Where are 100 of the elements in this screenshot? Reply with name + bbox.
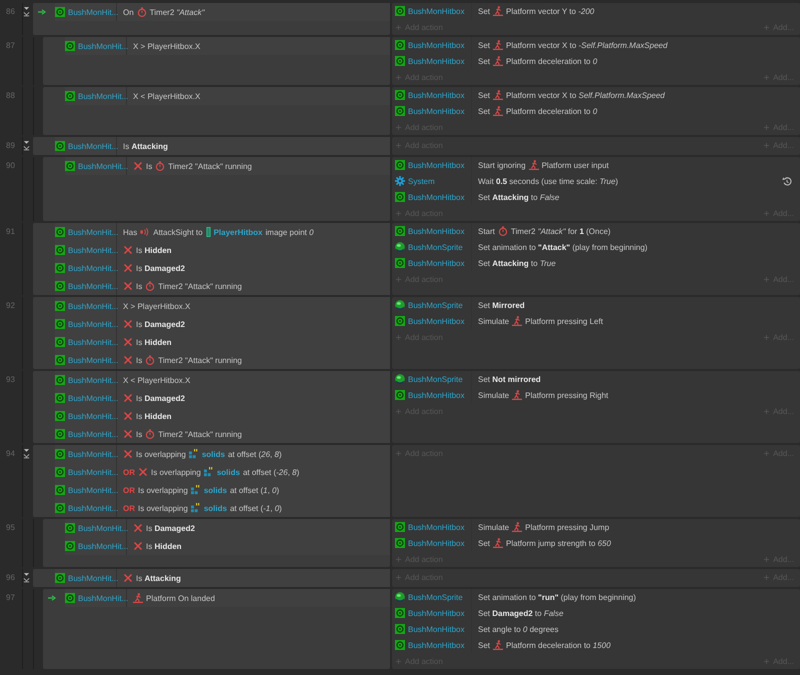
event-number: 94 — [5, 448, 16, 460]
condition-row[interactable]: BushMonHit... Is Timer2 "Attack" running — [55, 277, 390, 295]
object-name: BushMonHit... — [68, 264, 118, 272]
event-number: 88 — [5, 90, 16, 102]
action-text: Wait 0.5 seconds (use time scale: True) — [478, 176, 618, 186]
condition-row[interactable]: BushMonHit... Is Damaged2 — [55, 315, 390, 333]
action-text: Set — [478, 640, 490, 650]
condition-text: Is — [136, 356, 142, 364]
plus-icon — [396, 74, 401, 80]
condition-row[interactable]: BushMonHit... Is overlapping solids at offset (26, 8) — [55, 445, 390, 463]
condition-text: at offset (-26, 8) — [242, 468, 300, 476]
event-number: 96 — [5, 572, 16, 584]
object-name: BushMonHit... — [78, 542, 128, 550]
object-name: solids — [202, 450, 225, 458]
condition-row[interactable]: BushMonHit... X > PlayerHitbox.X — [65, 37, 390, 55]
condition-text: Is — [136, 282, 142, 290]
object-name: BushMonSprite — [408, 242, 463, 252]
object-name: BushMonHit... — [68, 142, 118, 150]
condition-text: at offset (1, 0) — [230, 486, 280, 494]
action-text: Set — [478, 40, 490, 50]
object-name: BushMonSprite — [408, 592, 463, 602]
condition-row[interactable]: BushMonHit... Is Hidden — [55, 407, 390, 425]
condition-text: Is Damaged2 — [136, 394, 185, 402]
target-icon — [395, 624, 405, 634]
plus-icon — [396, 142, 401, 148]
condition-row[interactable]: BushMonHit... Is Timer2 "Attack" running — [55, 351, 390, 369]
condition-row[interactable]: BushMonHit... OR Is overlapping solids at offset (1, 0) — [55, 481, 390, 499]
condition-row[interactable]: BushMonHit... Is Damaged2 — [55, 259, 390, 277]
action-text: Set animation to "run" (play from beginning) — [478, 592, 636, 602]
condition-text: Is — [136, 430, 142, 438]
condition-row[interactable]: BushMonHit... X > PlayerHitbox.X — [55, 297, 390, 315]
object-name: BushMonHitbox — [408, 56, 464, 66]
collapse-icon[interactable] — [23, 140, 30, 151]
object-name: BushMonHit... — [68, 356, 118, 364]
target-icon — [395, 316, 405, 326]
target-icon — [395, 90, 405, 100]
action-text: Set — [478, 106, 490, 116]
action-text: Platform pressing Right — [525, 390, 608, 400]
action-text: Set — [478, 6, 490, 16]
condition-text: On — [123, 8, 134, 16]
grid-icon — [190, 485, 201, 495]
plus-icon — [764, 74, 770, 80]
plus-icon — [396, 658, 401, 664]
object-name: BushMonHitbox — [408, 538, 464, 548]
target-icon — [55, 281, 65, 291]
collapse-icon[interactable] — [23, 448, 30, 459]
stopwatch-icon — [498, 226, 508, 236]
condition-row[interactable]: BushMonHit... Is Attacking — [55, 137, 390, 155]
condition-text: Is Hidden — [136, 412, 172, 420]
condition-row[interactable]: BushMonHit... Is Damaged2 — [65, 519, 390, 537]
condition-text: Timer2 "Attack" running — [168, 162, 252, 170]
ball-icon — [395, 374, 405, 384]
signal-icon — [140, 227, 150, 237]
object-name: BushMonHitbox — [408, 390, 464, 400]
object-name: BushMonSprite — [408, 300, 463, 310]
action-text: Platform deceleration to 0 — [506, 56, 598, 66]
target-icon — [395, 226, 405, 236]
action-text: Start ignoring — [478, 160, 526, 170]
target-icon — [395, 40, 405, 50]
target-icon — [395, 608, 405, 618]
plus-icon — [396, 334, 401, 340]
object-name: BushMonHitbox — [408, 258, 464, 268]
stopwatch-icon — [155, 161, 166, 171]
condition-row[interactable]: BushMonHit... Is Hidden — [55, 241, 390, 259]
condition-row[interactable]: BushMonHit... X < PlayerHitbox.X — [65, 87, 390, 105]
object-name: BushMonSprite — [408, 374, 463, 384]
condition-text: Is Hidden — [146, 542, 182, 550]
object-name: BushMonHit... — [78, 162, 128, 170]
condition-row[interactable]: BushMonHit... On Timer2 "Attack" — [55, 3, 390, 21]
condition-row[interactable]: BushMonHit... OR Is overlapping solids at offset (-26, 8) — [55, 463, 390, 481]
collapse-icon[interactable] — [23, 572, 30, 583]
plus-icon — [396, 210, 401, 216]
stopwatch-icon — [145, 281, 156, 291]
condition-row[interactable]: BushMonHit... Is Damaged2 — [55, 389, 390, 407]
action-text: Set Not mirrored — [478, 374, 541, 384]
condition-row[interactable]: BushMonHit... Has AttackSight to PlayerHitbox image point 0 — [55, 223, 390, 241]
condition-row[interactable]: BushMonHit... Is Timer2 "Attack" running — [65, 157, 390, 175]
event-number: 86 — [5, 6, 16, 18]
object-name: System — [408, 176, 435, 186]
condition-row[interactable]: BushMonHit... X < PlayerHitbox.X — [55, 371, 390, 389]
condition-text: Is Hidden — [136, 246, 172, 254]
object-name: BushMonHitbox — [408, 640, 464, 650]
plus-icon — [396, 574, 401, 580]
or-label: OR — [123, 468, 135, 476]
condition-row[interactable]: BushMonHit... Is Attacking — [55, 569, 390, 587]
stopwatch-icon — [145, 429, 156, 439]
object-name: BushMonHitbox — [408, 624, 464, 634]
plus-icon — [764, 334, 770, 340]
event-number: 93 — [5, 374, 16, 386]
condition-row[interactable]: BushMonHit... Is Hidden — [55, 333, 390, 351]
collapse-icon[interactable] — [23, 6, 30, 17]
condition-row[interactable]: BushMonHit... OR Is overlapping solids at offset (-1, 0) — [55, 499, 390, 517]
object-name: BushMonHit... — [68, 412, 118, 420]
condition-row[interactable]: BushMonHit... Is Timer2 "Attack" running — [55, 425, 390, 443]
condition-row[interactable]: BushMonHit... Is Hidden — [65, 537, 390, 555]
object-name: BushMonHit... — [68, 8, 118, 16]
condition-text: Has — [123, 228, 138, 236]
object-name: BushMonHit... — [68, 394, 118, 402]
condition-row[interactable]: BushMonHit... Platform On landed — [65, 589, 390, 607]
object-name: PlayerHitbox — [214, 228, 262, 236]
